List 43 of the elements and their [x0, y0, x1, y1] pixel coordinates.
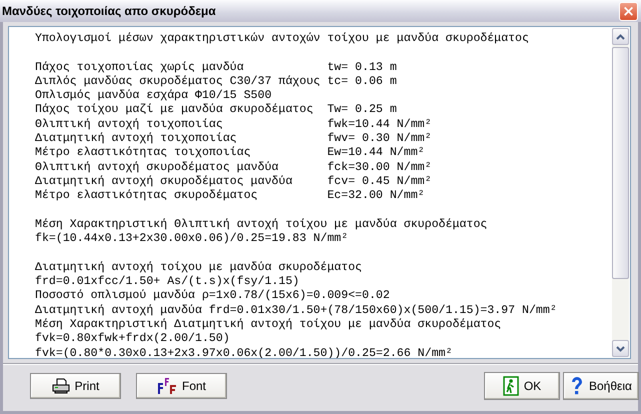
report-label: Μέτρο ελαστικότητας τοιχοποιίας: [35, 146, 252, 161]
help-button[interactable]: Βοήθεια: [563, 372, 639, 400]
help-icon: [570, 376, 584, 396]
report-value: Ec=32.00 N/mm²: [327, 189, 426, 204]
caret-up-icon: [616, 34, 625, 40]
font-icon: [156, 377, 177, 395]
exit-door-icon: [502, 376, 519, 396]
report-value: fwv= 0.30 N/mm²: [327, 132, 433, 146]
report-line: Διατμητική αντοχή τοίχου με μανδύα σκυροδέματος: [35, 260, 362, 274]
print-button[interactable]: Print: [30, 373, 121, 399]
printer-icon: [52, 378, 70, 394]
scrollbar-thumb[interactable]: [612, 47, 629, 279]
report-line: Οπλισμός μανδύα εσχάρα Φ10/15 S500: [35, 89, 272, 102]
report-value: fcv= 0.45 N/mm²: [327, 174, 433, 190]
report-line: fvk=(0.80*0.30x0.13+2x3.97x0.06x(2.00/1.50))/0.25=2.66 N/mm²: [35, 346, 452, 358]
report-value: Tw= 0.25 m: [327, 103, 398, 118]
report-label: Μέτρο ελαστικότητας σκυροδέματος: [35, 189, 259, 204]
report-value: Ew=10.44 N/mm²: [327, 146, 426, 161]
font-button[interactable]: Font: [136, 373, 227, 399]
report-line: Μέση Χαρακτηριστική Διατμητική αντοχή τοίχου με μανδύα σκυροδέματος: [35, 318, 502, 331]
report-label: Διατμητική αντοχή τοιχοποιίας: [35, 132, 238, 146]
report-label: Πάχος τοίχου μαζί με μανδύα σκυροδέματος: [35, 103, 314, 118]
report-label: Θλιπτική αντοχή σκυροδέματος μανδύα: [35, 160, 280, 175]
report-line: frd=0.01xfcc/1.50+ As/(t.s)x(fsy/1.15): [35, 275, 300, 288]
window-title: Μανδύες τοιχοποιίας απο σκυρόδεμα: [2, 4, 216, 18]
scroll-up-button[interactable]: [612, 28, 629, 45]
report-line: fk=(10.44x0.13+2x30.00x0.06)/0.25=19.83 N/mm²: [35, 232, 348, 246]
report-label: Θλιπτική αντοχή τοιχοποιίας: [35, 118, 224, 132]
report-label: Διπλός μανδύας σκυροδέματος C30/37 πάχους: [35, 74, 322, 89]
report-line: Ποσοστό οπλισμού μανδύα ρ=1x0.78/(15x6)=0.009<=0.02: [35, 289, 390, 302]
report-value: fck=30.00 N/mm²: [327, 160, 433, 175]
report-line: fvk=0.80xfwk+frdx(2.00/1.50): [35, 332, 230, 346]
exit-button[interactable]: OK: [484, 372, 560, 400]
report-value: tc= 0.06 m: [327, 74, 398, 90]
caret-down-icon: [616, 346, 625, 352]
report-label: Πάχος τοιχοποιίας χωρίς μανδύα: [35, 60, 245, 75]
report-value: fwk=10.44 N/mm²: [327, 118, 433, 132]
report-line: Υπολογισμοί μέσων χαρακτηριστικών αντοχών τοίχου με μανδύα σκυροδέματος: [35, 32, 529, 45]
report-label: Διατμητική αντοχή σκυροδέματος μανδύα: [35, 174, 294, 189]
report-value: tw= 0.13 m: [327, 60, 398, 75]
scroll-down-button[interactable]: [612, 340, 629, 357]
report-line: Διατμητική αντοχή μανδύα frd=0.01x30/1.50+(78/150x60)x(500/1.15)=3.97 N/mm²: [35, 304, 557, 317]
report-line: Μέση Χαρακτηριστική Θλιπτική αντοχή τοίχου με μανδύα σκυροδέματος: [35, 218, 488, 231]
